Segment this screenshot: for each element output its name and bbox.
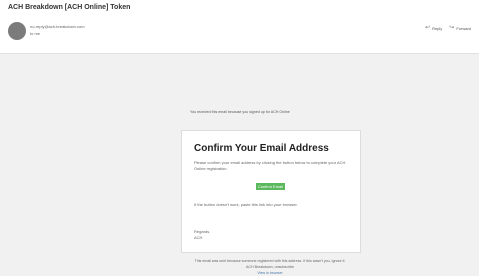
notice-banner: You received this email because you sign…: [190, 110, 290, 114]
sender-email: no-reply@ach-breakdown.com: [30, 24, 85, 29]
view-in-browser-link[interactable]: View in browser: [257, 271, 282, 275]
recipient-line: to me: [30, 31, 41, 36]
signature-text: ACH: [194, 235, 203, 240]
sender-avatar: [8, 22, 26, 40]
email-subject: ACH Breakdown [ACH Online] Token: [8, 4, 131, 11]
forward-action[interactable]: ↪ Forward: [449, 25, 471, 31]
confirmation-intro: Please confirm your email address by cli…: [194, 160, 346, 171]
confirmation-card: Confirm Your Email Address Please confir…: [181, 130, 361, 253]
email-footer: This email was sent because someone regi…: [180, 258, 360, 276]
confirmation-title: Confirm Your Email Address: [194, 143, 329, 154]
reply-icon: ↩: [425, 25, 431, 31]
email-body: You received this email because you sign…: [0, 53, 479, 275]
forward-label: Forward: [456, 25, 471, 31]
fallback-instructions: If the button doesn't work, paste this l…: [194, 202, 298, 207]
reply-label: Reply: [432, 25, 443, 31]
email-actions: ↩ Reply ↪ Forward: [425, 23, 471, 33]
email-header: ACH Breakdown [ACH Online] Token no-repl…: [0, 0, 479, 54]
confirm-email-button[interactable]: Confirm Email: [256, 183, 285, 190]
signoff: Regards, ACH: [194, 229, 210, 241]
forward-icon: ↪: [449, 25, 455, 31]
reply-action[interactable]: ↩ Reply: [425, 25, 442, 31]
